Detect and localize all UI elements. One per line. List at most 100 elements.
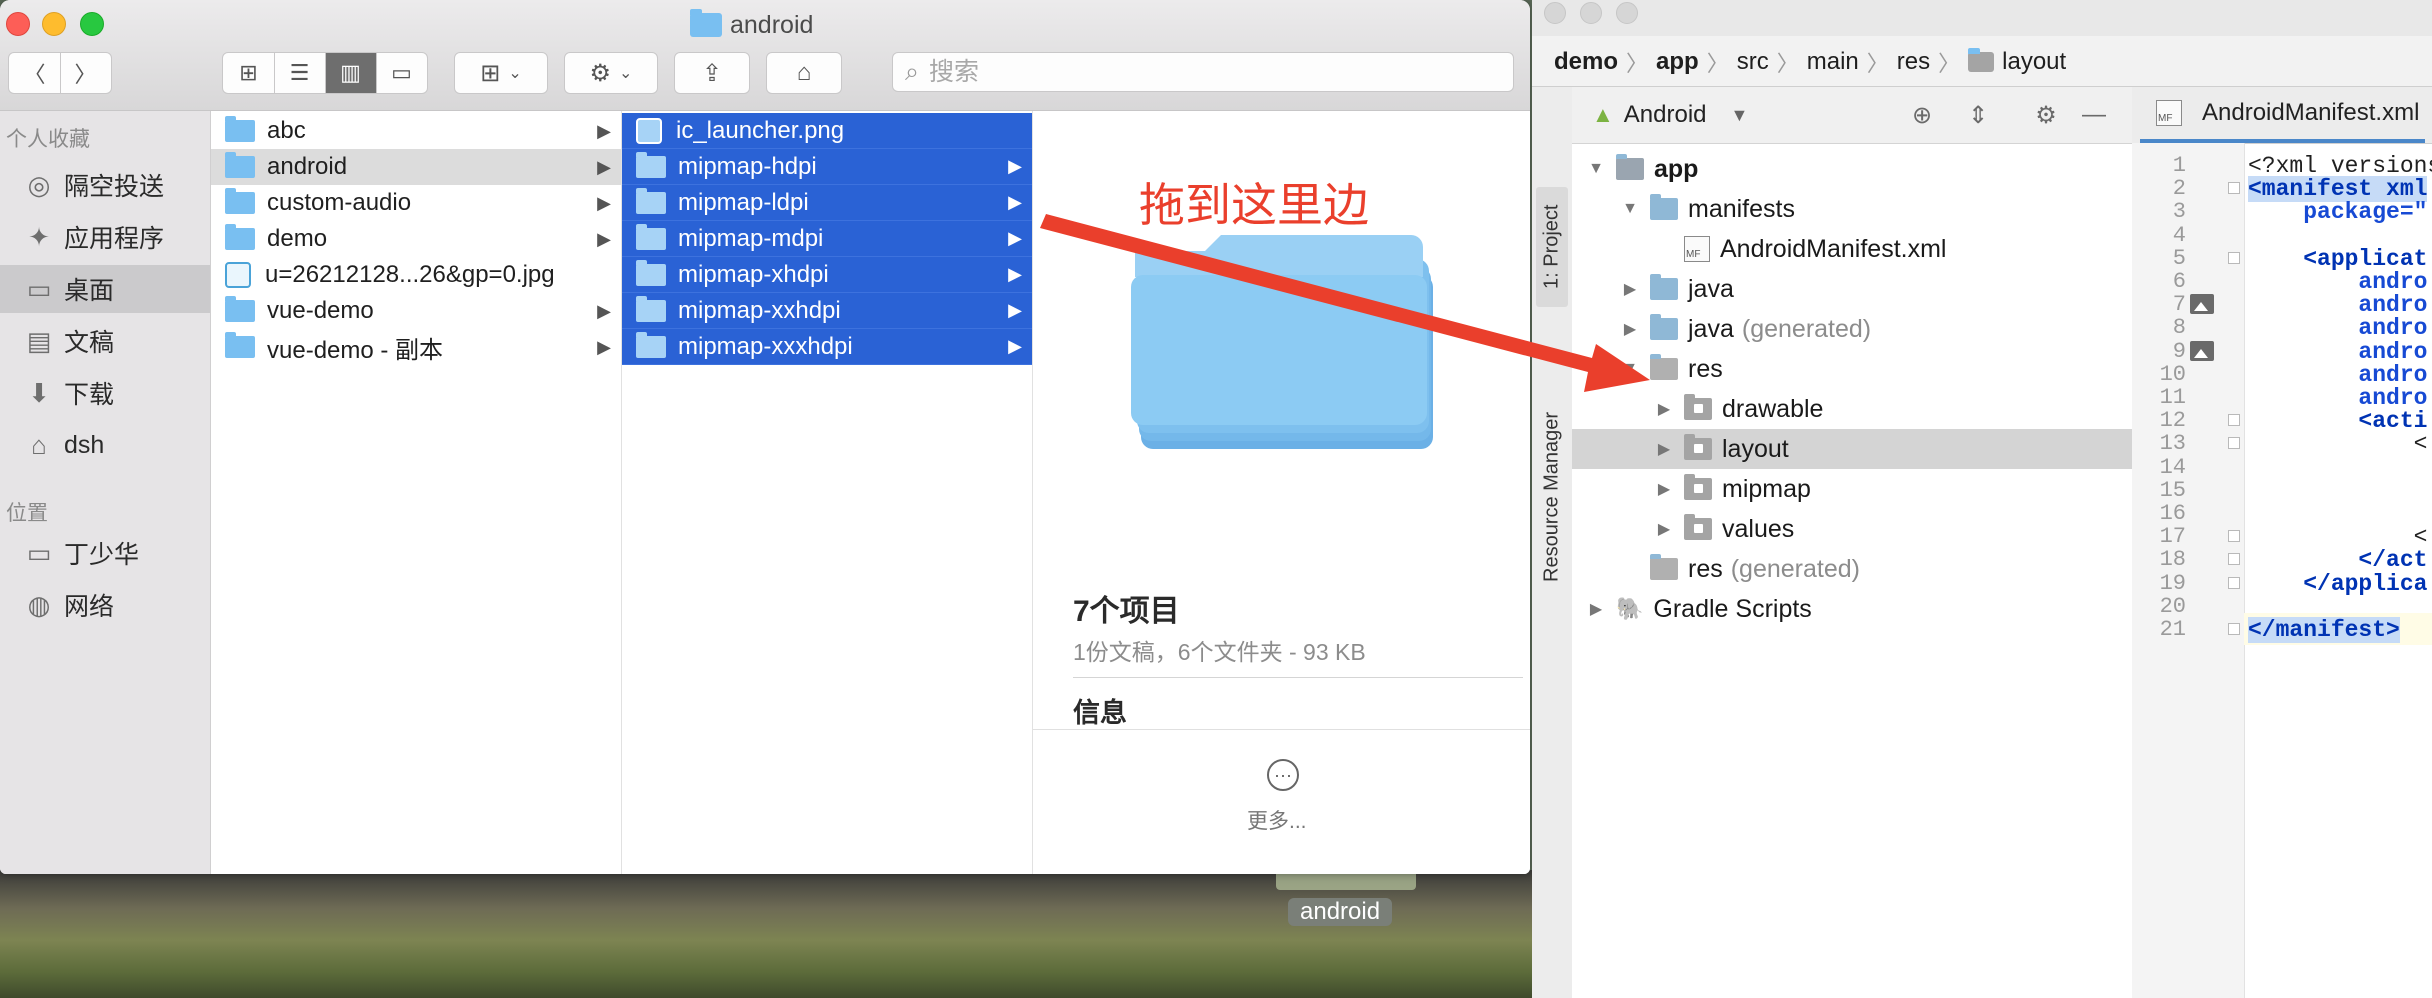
code-line[interactable]: </manifest>	[2248, 617, 2400, 643]
code-line[interactable]: package="	[2248, 199, 2427, 225]
breadcrumb-item[interactable]: layout	[1968, 48, 2066, 76]
tree-node[interactable]: ▶ 🐘 Gradle Scripts	[1572, 589, 2132, 629]
list-view-button[interactable]: ☰	[275, 53, 326, 93]
hide-icon[interactable]: —	[2080, 101, 2108, 129]
breadcrumb-item[interactable]: main	[1807, 48, 1859, 76]
code-line[interactable]: </act	[2248, 547, 2427, 573]
share-button[interactable]: ⇪	[674, 52, 750, 94]
sidebar-item-3[interactable]: ▤ 文稿	[0, 317, 210, 365]
tree-node[interactable]: ▶ values	[1572, 509, 2132, 549]
file-row[interactable]: u=26212128...26&gp=0.jpg	[211, 257, 621, 293]
chevron-down-icon[interactable]: ▼	[1620, 200, 1640, 218]
sidebar-item-1[interactable]: ✦ 应用程序	[0, 213, 210, 261]
chevron-right-icon[interactable]: ▶	[1586, 599, 1606, 619]
maximize-button[interactable]	[80, 12, 104, 36]
code-line[interactable]: andro	[2248, 269, 2427, 295]
tree-node[interactable]: ▶ java	[1572, 269, 2132, 309]
chevron-down-icon[interactable]: ▼	[1586, 160, 1606, 178]
tab-resource-manager[interactable]: Resource Manager	[1536, 387, 1568, 607]
code-line[interactable]: <?xml versions	[2248, 153, 2432, 179]
tree-node[interactable]: ▼ app	[1572, 149, 2132, 189]
code-line[interactable]: andro	[2248, 315, 2427, 341]
close-button[interactable]	[1544, 2, 1566, 24]
code-line[interactable]: andro	[2248, 339, 2427, 365]
code-line[interactable]: <	[2248, 431, 2428, 457]
file-row[interactable]: demo ▶	[211, 221, 621, 257]
tree-node[interactable]: ▶ drawable	[1572, 389, 2132, 429]
chevron-right-icon[interactable]: ▶	[1620, 319, 1640, 339]
search-field[interactable]: ⌕	[892, 52, 1514, 92]
breadcrumb-item[interactable]: src	[1737, 48, 1769, 76]
fold-marker-icon[interactable]	[2228, 530, 2240, 543]
file-row[interactable]: ic_launcher.png	[622, 113, 1032, 149]
tree-node[interactable]: ▶ mipmap	[1572, 469, 2132, 509]
search-input[interactable]	[927, 56, 1452, 88]
sidebar-item-2[interactable]: ▭ 桌面	[0, 265, 210, 313]
breadcrumb-item[interactable]: res	[1897, 48, 1930, 76]
icon-view-button[interactable]: ⊞	[224, 53, 275, 93]
sidebar-location-0[interactable]: ▭ 丁少华	[0, 529, 210, 577]
file-row[interactable]: vue-demo - 副本 ▶	[211, 329, 621, 365]
collapse-all-icon[interactable]: ⇕	[1964, 101, 1992, 129]
close-button[interactable]	[6, 12, 30, 36]
more-icon[interactable]: ···	[1267, 759, 1299, 791]
breadcrumb-item[interactable]: app	[1656, 48, 1699, 76]
minimize-button[interactable]	[42, 12, 66, 36]
file-row[interactable]: mipmap-mdpi ▶	[622, 221, 1032, 257]
code-line[interactable]: <acti	[2248, 408, 2427, 434]
file-row[interactable]: mipmap-xhdpi ▶	[622, 257, 1032, 293]
code-line[interactable]: andro	[2248, 362, 2427, 388]
tree-node[interactable]: ▶ layout	[1572, 429, 2132, 469]
code-line[interactable]: <	[2248, 524, 2428, 550]
more-button[interactable]: 更多...	[1247, 805, 1307, 835]
breadcrumb-item[interactable]: demo	[1554, 48, 1618, 76]
code-line[interactable]: </applica	[2248, 571, 2427, 597]
file-row[interactable]: android ▶	[211, 149, 621, 185]
file-row[interactable]: vue-demo ▶	[211, 293, 621, 329]
fold-marker-icon[interactable]	[2228, 414, 2240, 427]
fold-marker-icon[interactable]	[2228, 623, 2240, 635]
chevron-right-icon[interactable]: ▶	[1654, 439, 1674, 459]
tree-node[interactable]: ▼ res	[1572, 349, 2132, 389]
column-view-button[interactable]: ▥	[325, 53, 377, 93]
tree-node[interactable]: res (generated)	[1572, 549, 2132, 589]
locate-icon[interactable]: ⊕	[1908, 101, 1936, 129]
image-preview-icon[interactable]	[2190, 294, 2214, 315]
code-line[interactable]: <manifest xml	[2248, 176, 2428, 203]
tree-node[interactable]: ▶ java (generated)	[1572, 309, 2132, 349]
forward-button[interactable]: 〉	[61, 53, 111, 93]
file-row[interactable]: mipmap-xxhdpi ▶	[622, 293, 1032, 329]
code-line[interactable]: andro	[2248, 385, 2427, 411]
chevron-down-icon[interactable]: ▼	[1620, 360, 1640, 378]
file-row[interactable]: abc ▶	[211, 113, 621, 149]
minimize-button[interactable]	[1580, 2, 1602, 24]
tree-node[interactable]: ▼ manifests	[1572, 189, 2132, 229]
file-row[interactable]: custom-audio ▶	[211, 185, 621, 221]
file-row[interactable]: mipmap-ldpi ▶	[622, 185, 1032, 221]
tab-project[interactable]: 1: Project	[1536, 187, 1568, 307]
fold-marker-icon[interactable]	[2228, 437, 2240, 450]
chevron-right-icon[interactable]: ▶	[1654, 519, 1674, 539]
fold-marker-icon[interactable]	[2228, 251, 2240, 264]
tags-button[interactable]: ⌂	[766, 52, 842, 94]
fold-marker-icon[interactable]	[2228, 576, 2240, 589]
gallery-view-button[interactable]: ▭	[377, 53, 427, 93]
tree-node[interactable]: MF AndroidManifest.xml	[1572, 229, 2132, 269]
chevron-right-icon[interactable]: ▶	[1620, 279, 1640, 299]
back-button[interactable]: 〈	[10, 53, 61, 93]
code-line[interactable]: andro	[2248, 292, 2427, 318]
sidebar-item-0[interactable]: ◎ 隔空投送	[0, 161, 210, 209]
code-line[interactable]: <applicat	[2248, 246, 2427, 272]
sidebar-item-5[interactable]: ⌂ dsh	[0, 421, 210, 469]
editor-tab-manifest[interactable]: MF AndroidManifest.xml	[2140, 87, 2426, 143]
group-button[interactable]: ⊞ ⌄	[454, 52, 548, 94]
sidebar-item-4[interactable]: ⬇ 下载	[0, 369, 210, 417]
project-view-selector[interactable]: ▲ Android ▼	[1572, 101, 1748, 129]
gear-icon[interactable]: ⚙	[2032, 101, 2060, 129]
maximize-button[interactable]	[1616, 2, 1638, 24]
file-row[interactable]: mipmap-xxxhdpi ▶	[622, 329, 1032, 365]
fold-marker-icon[interactable]	[2228, 182, 2240, 195]
chevron-right-icon[interactable]: ▶	[1654, 399, 1674, 419]
image-preview-icon[interactable]	[2190, 340, 2214, 361]
chevron-right-icon[interactable]: ▶	[1654, 479, 1674, 499]
